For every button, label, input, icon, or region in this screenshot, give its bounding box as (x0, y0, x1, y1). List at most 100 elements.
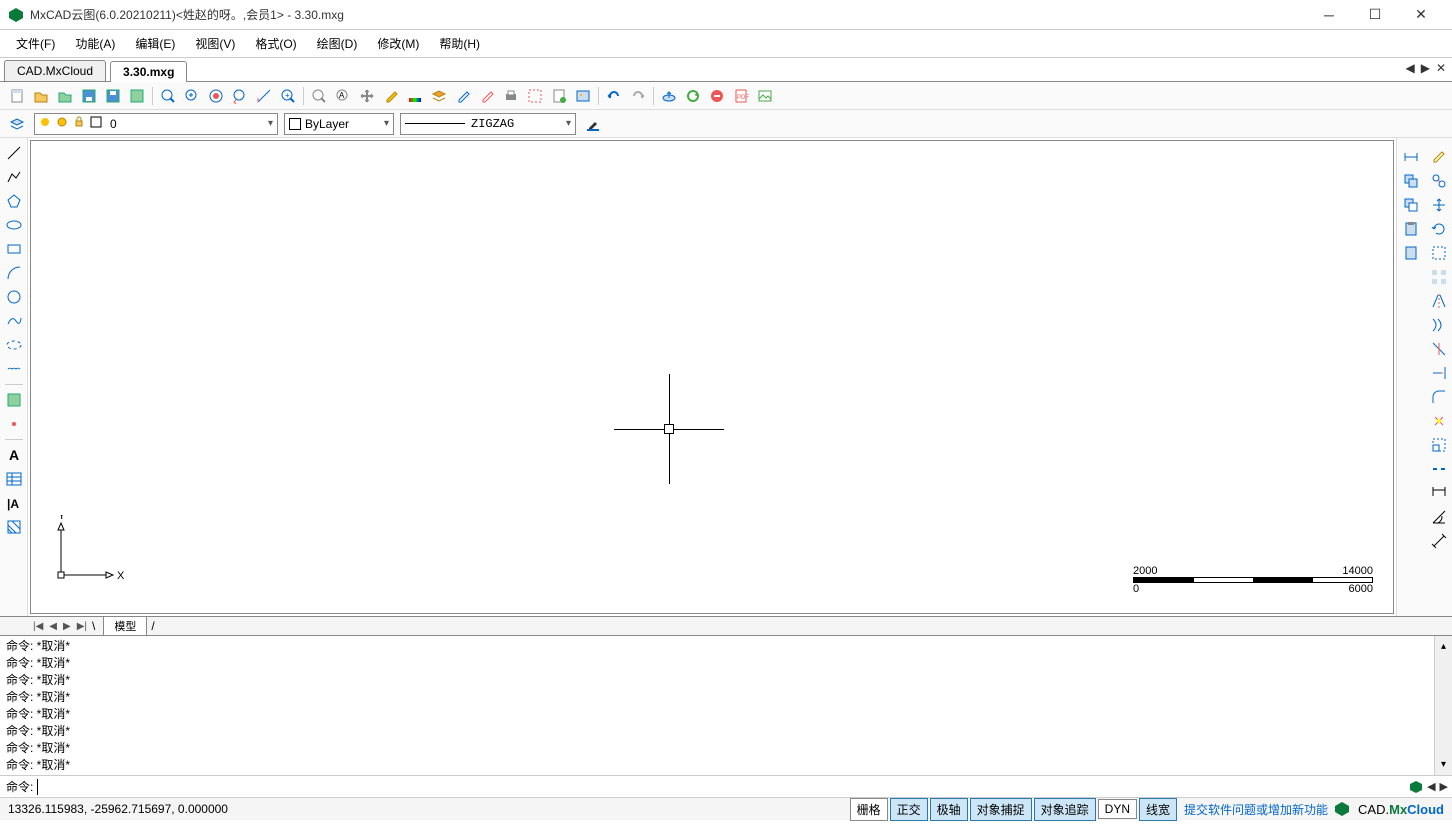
move-icon[interactable] (1428, 194, 1450, 216)
menu-function[interactable]: 功能(A) (67, 31, 123, 56)
minimize-button[interactable]: ─ (1306, 0, 1352, 30)
polar-toggle[interactable]: 极轴 (930, 798, 968, 821)
copy2-icon[interactable] (1400, 194, 1422, 216)
color-combo[interactable]: ByLayer ▾ (284, 113, 394, 135)
close-button[interactable]: ✕ (1398, 0, 1444, 30)
text-icon[interactable]: A (3, 444, 25, 466)
drawing-canvas[interactable]: X Y 200014000 06000 (30, 140, 1394, 614)
erase-red-icon[interactable] (476, 85, 498, 107)
save-icon[interactable] (78, 85, 100, 107)
print-area-icon[interactable] (524, 85, 546, 107)
undo-icon[interactable] (603, 85, 625, 107)
fillet-icon[interactable] (1428, 386, 1450, 408)
snap-toggle[interactable]: 栅格 (850, 798, 888, 821)
menu-draw[interactable]: 绘图(D) (309, 31, 366, 56)
cmdlog-scrollbar[interactable]: ▴▾ (1434, 636, 1452, 775)
polyline-icon[interactable] (3, 166, 25, 188)
menu-view[interactable]: 视图(V) (187, 31, 243, 56)
new-file-icon[interactable] (6, 85, 28, 107)
open-file-icon[interactable] (30, 85, 52, 107)
tab-next-icon[interactable]: ▶ (1419, 61, 1432, 75)
layer-properties-icon[interactable] (6, 113, 28, 135)
ellipse-arc-icon[interactable] (3, 334, 25, 356)
menu-edit[interactable]: 编辑(E) (127, 31, 183, 56)
cmdline-prev-icon[interactable]: ◀ (1427, 780, 1435, 794)
model-tab[interactable]: 模型 (103, 616, 147, 636)
extend-icon[interactable] (1428, 362, 1450, 384)
zoom-extents-icon[interactable] (205, 85, 227, 107)
tab-close-icon[interactable]: ✕ (1434, 61, 1448, 75)
erase-icon[interactable] (1428, 146, 1450, 168)
ellipse-icon[interactable] (3, 214, 25, 236)
rotate-icon[interactable] (1428, 218, 1450, 240)
zoom-realtime-icon[interactable]: + (277, 85, 299, 107)
layout-first-icon[interactable]: |◀ (30, 621, 46, 632)
line-icon[interactable] (3, 142, 25, 164)
layout-prev-icon[interactable]: ◀ (46, 621, 60, 632)
array-icon[interactable] (1428, 266, 1450, 288)
brush-icon[interactable] (582, 113, 604, 135)
dim-aligned-icon[interactable] (1428, 530, 1450, 552)
doc-tab-current[interactable]: 3.30.mxg (110, 61, 187, 82)
refresh-icon[interactable] (682, 85, 704, 107)
find-text-icon[interactable]: A (332, 85, 354, 107)
eraser-icon[interactable] (452, 85, 474, 107)
layout-last-icon[interactable]: ▶| (74, 621, 90, 632)
hatch-icon[interactable] (3, 516, 25, 538)
paste2-icon[interactable] (1400, 242, 1422, 264)
linetype-combo[interactable]: ZIGZAG ▾ (400, 113, 576, 135)
pan-icon[interactable] (356, 85, 378, 107)
offset-icon[interactable] (1428, 314, 1450, 336)
tab-prev-icon[interactable]: ◀ (1403, 61, 1416, 75)
doc-tab-mxcloud[interactable]: CAD.MxCloud (4, 60, 106, 81)
paste-icon[interactable] (1400, 218, 1422, 240)
redo-icon[interactable] (627, 85, 649, 107)
block-insert-icon[interactable] (3, 389, 25, 411)
command-input[interactable] (37, 779, 1446, 795)
measure-icon[interactable] (253, 85, 275, 107)
arc-icon[interactable] (3, 262, 25, 284)
layer-manager-icon[interactable] (428, 85, 450, 107)
layout-next-icon[interactable]: ▶ (60, 621, 74, 632)
zoom-in-icon[interactable] (181, 85, 203, 107)
cloud-save-icon[interactable] (126, 85, 148, 107)
copy-obj-icon[interactable] (1428, 170, 1450, 192)
point-icon[interactable] (3, 413, 25, 435)
break-icon[interactable] (1428, 458, 1450, 480)
pdf-icon[interactable]: PDF (730, 85, 752, 107)
menu-modify[interactable]: 修改(M) (369, 31, 427, 56)
dimension-icon[interactable] (1400, 146, 1422, 168)
feedback-link[interactable]: 提交软件问题或增加新功能 (1178, 801, 1334, 818)
zoom-previous-icon[interactable] (229, 85, 251, 107)
revcloud-icon[interactable] (3, 358, 25, 380)
menu-file[interactable]: 文件(F) (8, 31, 63, 56)
trim-icon[interactable] (1428, 338, 1450, 360)
menu-help[interactable]: 帮助(H) (431, 31, 488, 56)
table-icon[interactable] (3, 468, 25, 490)
print-icon[interactable] (500, 85, 522, 107)
otrack-toggle[interactable]: 对象追踪 (1034, 798, 1096, 821)
highlight-icon[interactable] (380, 85, 402, 107)
copy-icon[interactable] (1400, 170, 1422, 192)
open-cloud-icon[interactable] (54, 85, 76, 107)
find-icon[interactable] (308, 85, 330, 107)
polygon-icon[interactable] (3, 190, 25, 212)
saveas-icon[interactable] (102, 85, 124, 107)
zoom-window-icon[interactable] (157, 85, 179, 107)
scale-icon[interactable] (1428, 434, 1450, 456)
explode-icon[interactable] (1428, 410, 1450, 432)
select-all-icon[interactable] (1428, 242, 1450, 264)
rectangle-icon[interactable] (3, 238, 25, 260)
dyn-toggle[interactable]: DYN (1098, 799, 1137, 819)
lineweight-toggle[interactable]: 线宽 (1139, 798, 1177, 821)
export-pdf-icon[interactable] (548, 85, 570, 107)
maximize-button[interactable]: ☐ (1352, 0, 1398, 30)
cloud-upload-icon[interactable] (658, 85, 680, 107)
circle-icon[interactable] (3, 286, 25, 308)
layer-combo[interactable]: 0 ▾ (34, 113, 278, 135)
cmdline-next-icon[interactable]: ▶ (1440, 780, 1448, 794)
export-image-icon[interactable] (572, 85, 594, 107)
image-icon[interactable] (754, 85, 776, 107)
mirror-icon[interactable] (1428, 290, 1450, 312)
stop-icon[interactable] (706, 85, 728, 107)
